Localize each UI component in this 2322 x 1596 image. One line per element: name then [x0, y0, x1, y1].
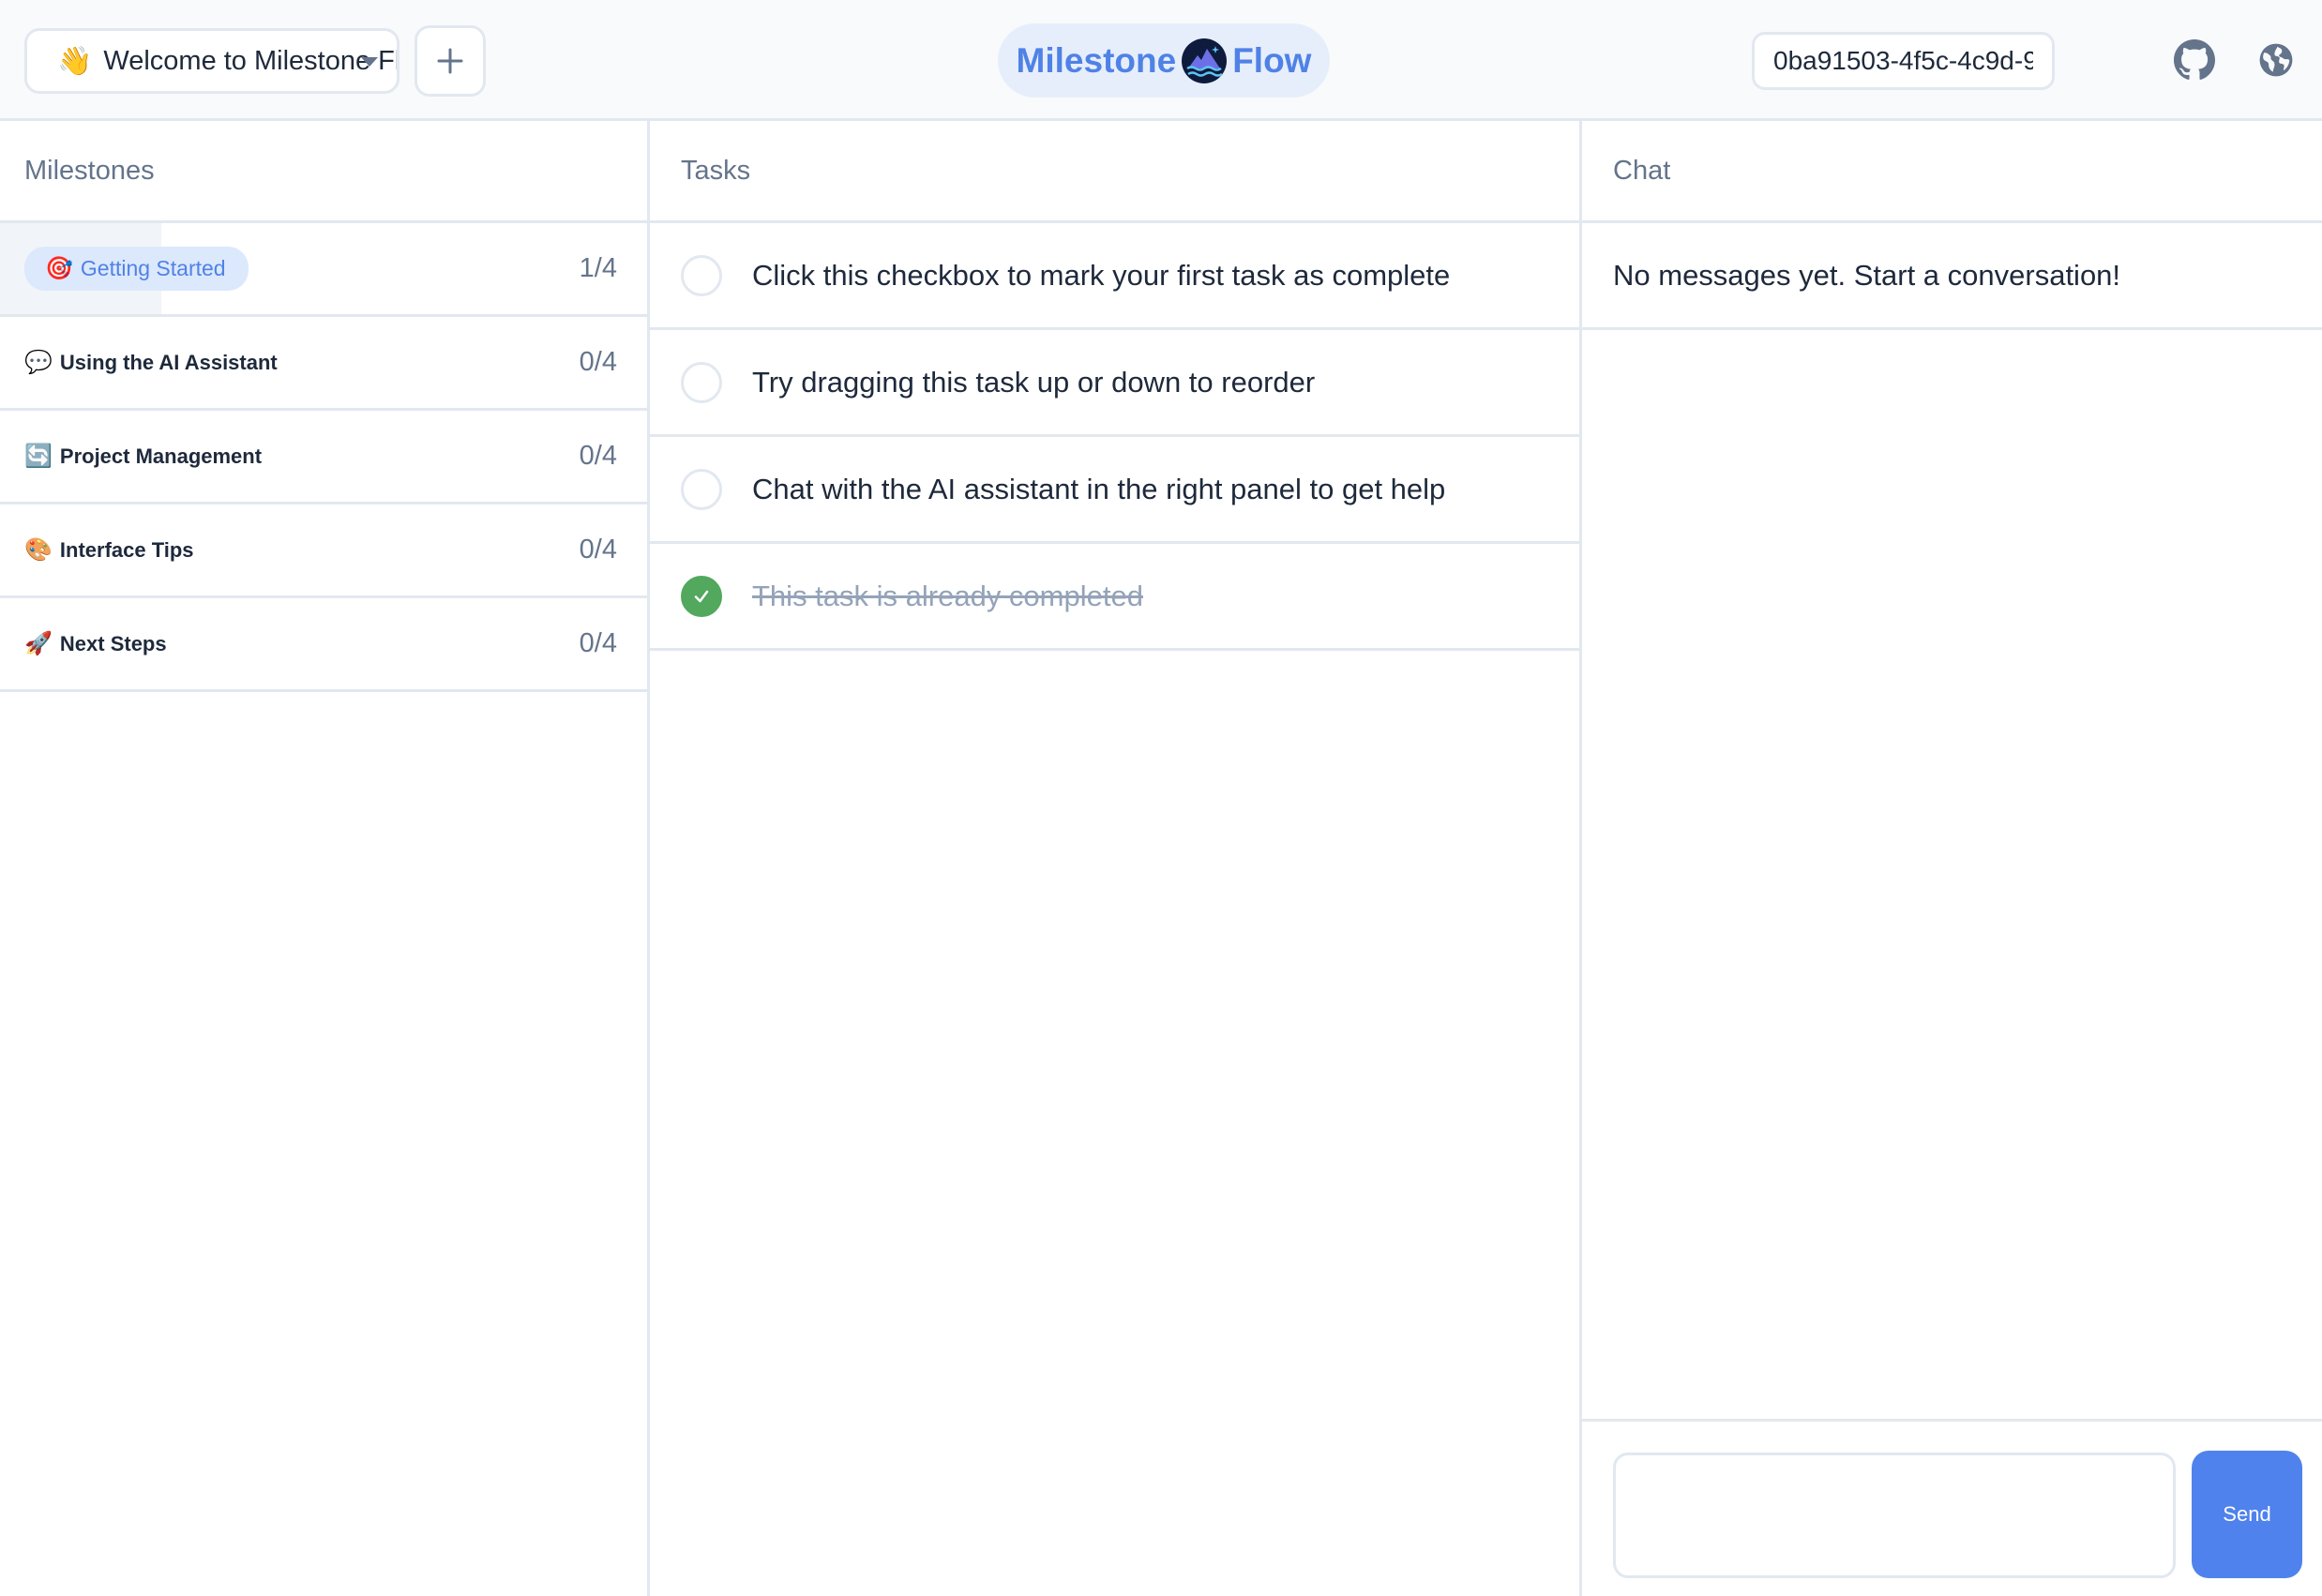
project-select-value: Welcome to Milestone Flow — [103, 45, 400, 76]
milestone-item-ai-assistant[interactable]: 💬 Using the AI Assistant 0/4 — [0, 317, 647, 411]
plus-icon — [437, 48, 463, 74]
milestone-label: 🔄 Project Management — [24, 443, 262, 470]
github-link[interactable] — [2172, 38, 2217, 83]
github-icon — [2174, 39, 2215, 80]
milestone-item-project-management[interactable]: 🔄 Project Management 0/4 — [0, 411, 647, 504]
milestone-label: 💬 Using the AI Assistant — [24, 349, 278, 376]
task-text: Try dragging this task up or down to reo… — [752, 365, 1316, 399]
chat-title: Chat — [1582, 121, 2322, 223]
project-select[interactable]: 👋 Welcome to Milestone Flow — [24, 28, 400, 94]
milestone-item-getting-started[interactable]: 🎯 Getting Started 1/4 — [0, 223, 647, 317]
task-text: Click this checkbox to mark your first t… — [752, 258, 1451, 292]
milestone-progress: 0/4 — [579, 441, 617, 471]
task-checkbox[interactable] — [681, 254, 722, 296]
milestones-title: Milestones — [0, 121, 647, 223]
milestone-name: Interface Tips — [59, 537, 194, 562]
globe-icon — [2259, 43, 2293, 77]
chat-message-input[interactable] — [1613, 1453, 2176, 1578]
send-button[interactable]: Send — [2192, 1451, 2302, 1578]
chat-composer: Send — [1582, 1419, 2322, 1596]
milestone-label: 🎨 Interface Tips — [24, 536, 194, 564]
waving-hand-icon: 👋 — [57, 45, 93, 77]
milestone-item-next-steps[interactable]: 🚀 Next Steps 0/4 — [0, 598, 647, 692]
website-link[interactable] — [2254, 38, 2299, 83]
add-project-button[interactable] — [415, 25, 486, 97]
milestone-label: 🎯 Getting Started — [24, 247, 249, 291]
task-item[interactable]: Chat with the AI assistant in the right … — [650, 437, 1579, 544]
palette-icon: 🎨 — [24, 537, 53, 563]
rocket-icon: 🚀 — [24, 631, 53, 656]
task-item[interactable]: Try dragging this task up or down to reo… — [650, 330, 1579, 437]
milestones-panel: Milestones 🎯 Getting Started 1/4 💬 Using… — [0, 121, 650, 1596]
app-logo: Milestone Flow — [998, 23, 1330, 98]
chevron-down-icon — [361, 57, 378, 67]
chat-panel: Chat No messages yet. Start a conversati… — [1582, 121, 2322, 1596]
task-text: Chat with the AI assistant in the right … — [752, 472, 1446, 505]
milestone-name: Getting Started — [80, 256, 226, 280]
target-icon: 🎯 — [45, 256, 73, 281]
logo-text-right: Flow — [1232, 40, 1312, 80]
milestone-name: Project Management — [59, 444, 263, 468]
task-item[interactable]: Click this checkbox to mark your first t… — [650, 223, 1579, 330]
tasks-title: Tasks — [650, 121, 1579, 223]
checkmark-icon — [694, 590, 709, 602]
tasks-panel: Tasks Click this checkbox to mark your f… — [650, 121, 1582, 1596]
task-checkbox[interactable] — [681, 361, 722, 403]
task-text: This task is already completed — [752, 579, 1143, 612]
task-checkbox-checked[interactable] — [681, 575, 722, 617]
milestone-name: Next Steps — [59, 631, 167, 655]
top-bar: 👋 Welcome to Milestone Flow Milestone Fl… — [0, 0, 2322, 121]
milestone-progress: 1/4 — [579, 253, 617, 283]
milestone-name: Using the AI Assistant — [59, 350, 278, 374]
task-item-completed[interactable]: This task is already completed — [650, 544, 1579, 651]
speech-bubble-icon: 💬 — [24, 350, 53, 375]
milestone-label: 🚀 Next Steps — [24, 630, 167, 657]
mountain-logo-icon — [1182, 38, 1228, 83]
logo-text-left: Milestone — [1016, 40, 1177, 80]
refresh-arrows-icon: 🔄 — [24, 444, 53, 469]
milestone-item-interface-tips[interactable]: 🎨 Interface Tips 0/4 — [0, 504, 647, 598]
session-id-field[interactable] — [1752, 32, 2055, 90]
milestone-progress: 0/4 — [579, 628, 617, 658]
milestone-progress: 0/4 — [579, 535, 617, 565]
task-checkbox[interactable] — [681, 468, 722, 510]
chat-empty-message: No messages yet. Start a conversation! — [1582, 223, 2322, 330]
milestone-progress: 0/4 — [579, 347, 617, 377]
